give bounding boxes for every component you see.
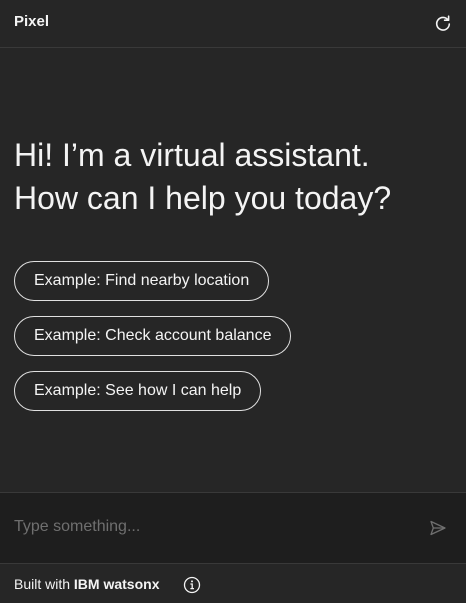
example-button-see-help[interactable]: Example: See how I can help [14,371,262,411]
assistant-name: Pixel [14,13,50,30]
welcome-line-2: How can I help you today? [14,180,392,216]
info-button[interactable] [182,575,202,595]
message-input-bar [0,492,466,563]
footer-attribution: Built with IBM watsonx [14,576,160,592]
example-prompts: Example: Find nearby location Example: C… [14,261,292,426]
welcome-message: Hi! I’m a virtual assistant. How can I h… [14,134,454,220]
restart-icon [435,15,451,31]
restart-button[interactable] [431,12,455,36]
footer: Built with IBM watsonx [0,563,466,603]
welcome-line-1: Hi! I’m a virtual assistant. [14,137,370,173]
info-icon [183,576,201,594]
footer-prefix: Built with [14,576,74,592]
chat-header: Pixel [0,0,466,48]
chat-widget: Pixel Hi! I’m a virtual assistant. How c… [0,0,466,603]
example-button-check-balance[interactable]: Example: Check account balance [14,316,292,356]
example-button-find-location[interactable]: Example: Find nearby location [14,261,270,301]
send-button[interactable] [428,518,448,538]
send-icon [430,520,446,536]
message-input[interactable] [14,513,394,541]
footer-brand: IBM watsonx [73,576,160,592]
